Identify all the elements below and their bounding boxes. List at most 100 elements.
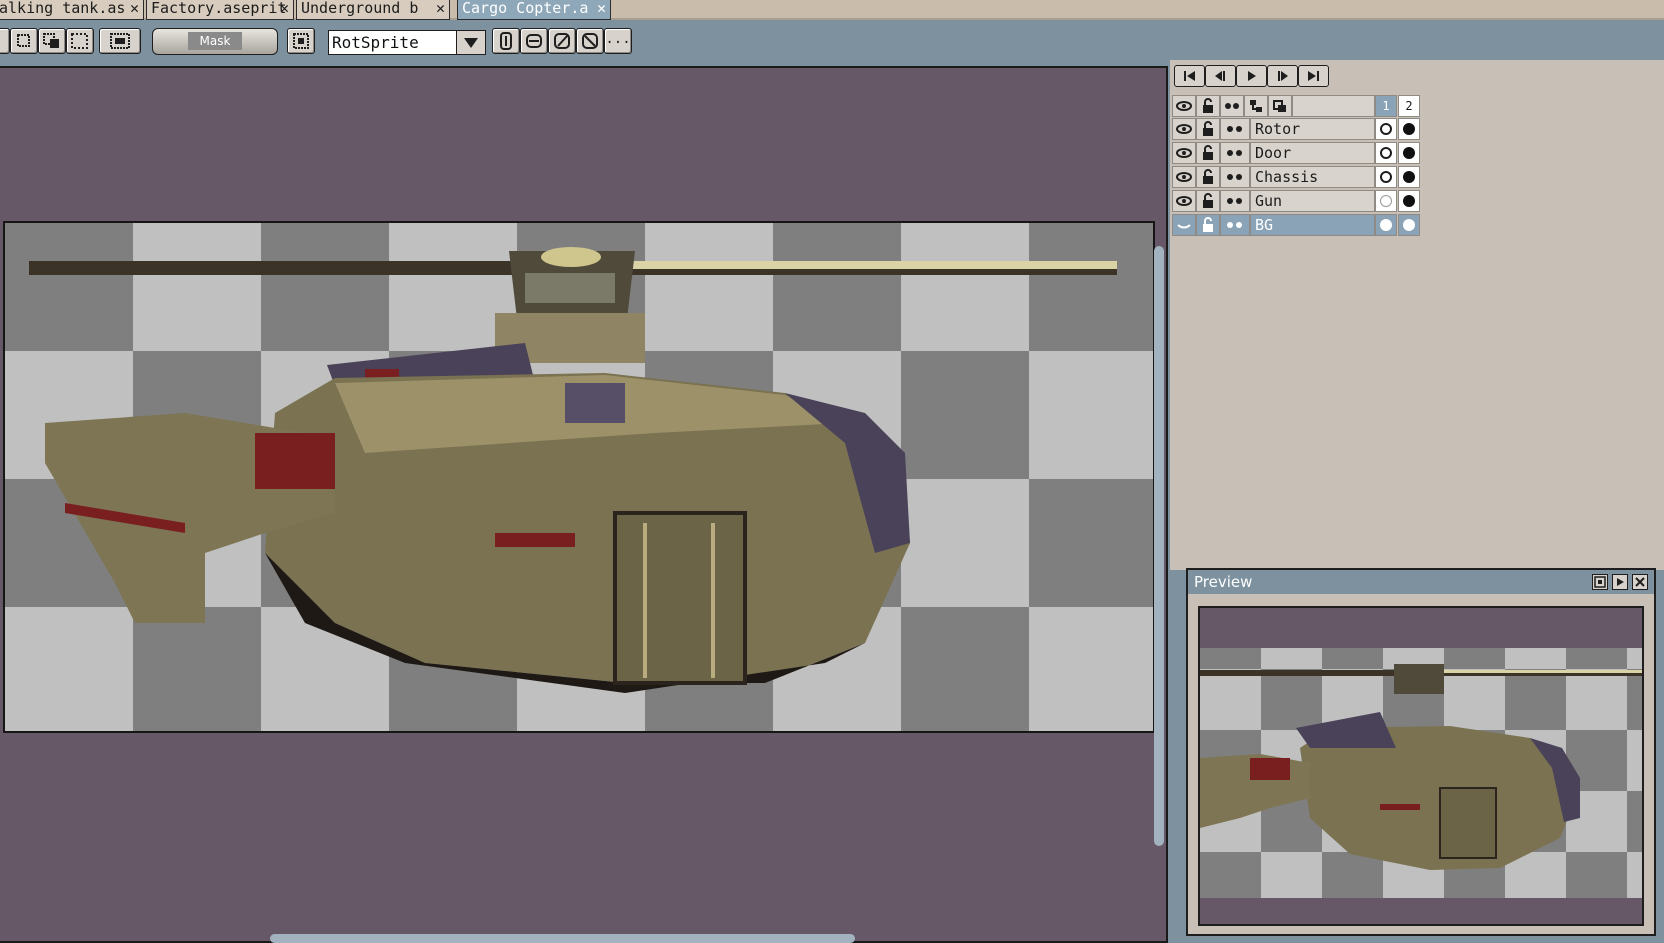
layer-lock-toggle[interactable] <box>1196 166 1220 188</box>
tab-underground[interactable]: Underground b ✕ <box>296 0 450 20</box>
previous-frame-button[interactable] <box>1205 65 1236 87</box>
selection-replace-button[interactable] <box>10 28 38 54</box>
layer-name[interactable]: Gun <box>1250 190 1375 212</box>
continuous-header[interactable] <box>1220 95 1244 117</box>
cel[interactable] <box>1398 166 1420 188</box>
play-button[interactable] <box>1236 65 1267 87</box>
cel-empty-icon <box>1380 195 1392 207</box>
more-options-button[interactable]: ... <box>604 28 632 54</box>
layer-name[interactable]: BG <box>1250 214 1375 236</box>
close-icon <box>1635 577 1645 587</box>
vertical-scrollbar[interactable] <box>1154 246 1164 846</box>
preview-window[interactable]: Preview <box>1186 568 1656 936</box>
tab-label: Cargo Copter.a <box>462 0 589 17</box>
layer-continuous-toggle[interactable] <box>1220 190 1250 212</box>
layer-visibility-toggle[interactable] <box>1172 142 1196 164</box>
cel[interactable] <box>1375 142 1397 164</box>
cel[interactable] <box>1398 142 1420 164</box>
pivot-rotate-button[interactable] <box>548 28 576 54</box>
selection-mode-button[interactable] <box>0 28 10 54</box>
layer-lock-toggle[interactable] <box>1196 118 1220 140</box>
layer-name[interactable]: Rotor <box>1250 118 1375 140</box>
lock-header[interactable] <box>1196 95 1220 117</box>
mask-color-slider[interactable]: Mask <box>152 28 278 55</box>
close-icon[interactable]: ✕ <box>436 0 445 17</box>
layer-continuous-toggle[interactable] <box>1220 142 1250 164</box>
sprite-editor[interactable] <box>0 66 1168 943</box>
continuous-icon <box>1227 198 1242 204</box>
mask-label: Mask <box>187 32 243 50</box>
cargo-copter-sprite <box>5 223 1153 731</box>
rotation-dropdown-button[interactable] <box>456 30 486 55</box>
continuous-icon <box>1227 222 1242 228</box>
preview-play-button[interactable] <box>1612 574 1628 590</box>
padlock-open-icon <box>1203 121 1213 136</box>
preview-close-button[interactable] <box>1632 574 1648 590</box>
tab-label: Underground b <box>301 0 419 17</box>
pivot-flip-button[interactable] <box>576 28 604 54</box>
cel[interactable] <box>1398 214 1420 236</box>
continuous-icon <box>1227 150 1242 156</box>
tab-cargo-copter[interactable]: Cargo Copter.a ✕ <box>457 0 611 20</box>
cel[interactable] <box>1375 118 1397 140</box>
layer-continuous-toggle[interactable] <box>1220 118 1250 140</box>
previous-frame-icon <box>1215 71 1225 81</box>
cel[interactable] <box>1375 214 1397 236</box>
selection-add-button[interactable] <box>38 28 66 54</box>
play-icon <box>1248 71 1256 81</box>
cel-filled-white-icon <box>1403 219 1415 231</box>
preview-title-bar[interactable]: Preview <box>1188 570 1654 594</box>
close-icon[interactable]: ✕ <box>280 0 289 17</box>
chevron-down-icon <box>464 38 478 48</box>
cel-filled-white-icon <box>1380 171 1392 183</box>
layer-continuous-toggle[interactable] <box>1220 214 1250 236</box>
cel[interactable] <box>1375 190 1397 212</box>
frame-header-1[interactable]: 1 <box>1375 95 1397 117</box>
selection-subtract-button[interactable] <box>66 28 94 54</box>
selection-replace-icon <box>17 34 30 47</box>
layer-continuous-toggle[interactable] <box>1220 166 1250 188</box>
layer-name[interactable]: Door <box>1250 142 1375 164</box>
show-grid-button[interactable] <box>99 28 141 54</box>
cel[interactable] <box>1398 190 1420 212</box>
tab-factory[interactable]: Factory.aseprit ✕ <box>146 0 294 20</box>
layer-visibility-toggle[interactable] <box>1172 166 1196 188</box>
layer-lock-toggle[interactable] <box>1196 142 1220 164</box>
frame-header-2[interactable]: 2 <box>1398 95 1420 117</box>
preview-center-button[interactable] <box>1592 574 1608 590</box>
horizontal-scrollbar[interactable] <box>270 934 855 943</box>
next-frame-button[interactable] <box>1267 65 1298 87</box>
padlock-open-icon <box>1203 193 1213 208</box>
cel-filled-black-icon <box>1403 195 1415 207</box>
cel[interactable] <box>1398 118 1420 140</box>
layer-group-header[interactable] <box>1244 95 1268 117</box>
layer-lock-toggle[interactable] <box>1196 190 1220 212</box>
eye-icon <box>1176 124 1192 134</box>
onion-skin-header[interactable] <box>1268 95 1292 117</box>
visibility-header[interactable] <box>1172 95 1196 117</box>
layer-visibility-toggle[interactable] <box>1172 118 1196 140</box>
preview-title: Preview <box>1194 573 1253 591</box>
transparent-color-button[interactable] <box>287 28 315 54</box>
eye-closed-icon <box>1177 224 1191 229</box>
first-frame-button[interactable] <box>1174 65 1205 87</box>
layer-lock-toggle[interactable] <box>1196 214 1220 236</box>
last-frame-button[interactable] <box>1298 65 1329 87</box>
close-icon[interactable]: ✕ <box>130 0 139 17</box>
eye-icon <box>1176 148 1192 158</box>
pivot-top-button[interactable] <box>492 28 520 54</box>
tab-label: Factory.aseprit <box>151 0 287 17</box>
preview-canvas[interactable] <box>1198 606 1644 926</box>
cel[interactable] <box>1375 166 1397 188</box>
onion-skin-icon <box>1273 100 1286 112</box>
pivot-icon <box>526 34 542 48</box>
close-icon[interactable]: ✕ <box>597 0 606 17</box>
pivot-center-button[interactable] <box>520 28 548 54</box>
padlock-open-icon <box>1203 145 1213 160</box>
layer-visibility-toggle[interactable] <box>1172 190 1196 212</box>
layer-name[interactable]: Chassis <box>1250 166 1375 188</box>
tab-walking-tank[interactable]: alking tank.as ✕ <box>0 0 144 20</box>
sprite-canvas[interactable] <box>3 221 1155 733</box>
last-frame-icon <box>1308 71 1319 81</box>
layer-visibility-toggle[interactable] <box>1172 214 1196 236</box>
